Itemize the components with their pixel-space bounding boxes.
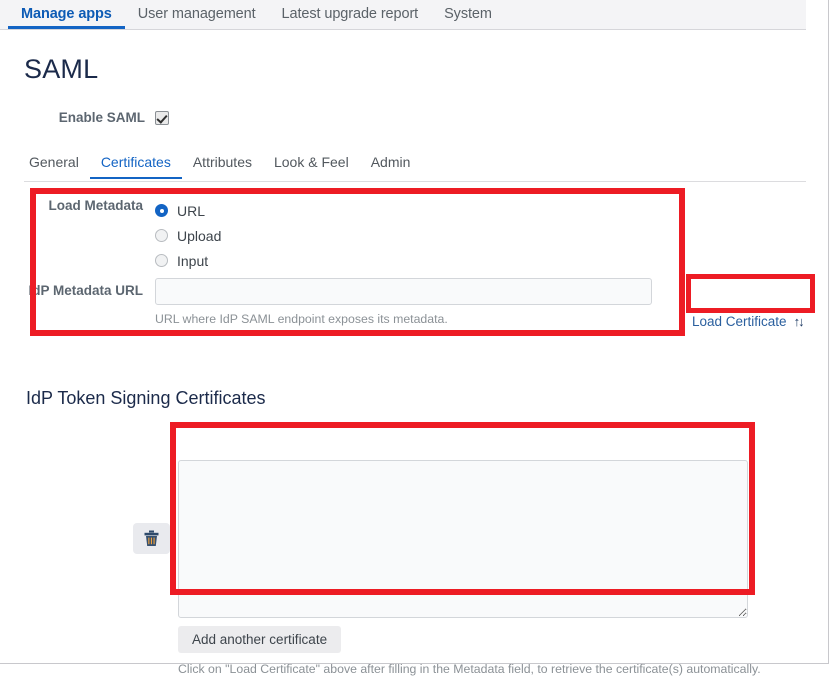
trash-icon — [144, 530, 159, 546]
certificates-hint: Click on "Load Certificate" above after … — [178, 662, 761, 676]
top-tab-manage-apps[interactable]: Manage apps — [8, 0, 125, 29]
top-tab-system[interactable]: System — [431, 0, 505, 29]
radio-label: URL — [177, 202, 206, 219]
tab-label: General — [29, 154, 79, 170]
tab-label: Attributes — [192, 154, 252, 170]
tab-admin[interactable]: Admin — [360, 154, 422, 177]
idp-metadata-url-row: IdP Metadata URL URL where IdP SAML endp… — [0, 278, 690, 326]
main-content: SAML Enable SAML General Certificates At… — [0, 30, 828, 676]
load-metadata-row: Load Metadata URL Upload Input — [0, 198, 690, 273]
radio-indicator — [155, 229, 168, 242]
tab-attributes[interactable]: Attributes — [182, 154, 263, 177]
certificates-section-heading: IdP Token Signing Certificates — [26, 388, 266, 408]
top-tab-label: System — [444, 6, 492, 22]
enable-saml-checkbox[interactable] — [155, 110, 169, 125]
radio-indicator — [155, 204, 168, 217]
tab-label: Admin — [370, 154, 411, 170]
top-tab-user-management[interactable]: User management — [125, 0, 269, 29]
tab-label: Certificates — [100, 154, 171, 170]
tab-general[interactable]: General — [24, 154, 90, 177]
radio-option-upload[interactable]: Upload — [155, 223, 221, 248]
load-metadata-radio-group: URL Upload Input — [155, 198, 221, 273]
radio-option-input[interactable]: Input — [155, 248, 221, 273]
certificate-textarea[interactable] — [178, 460, 748, 618]
up-down-arrows-icon: ↑↓ — [793, 314, 805, 329]
top-navigation-bar: Manage apps User management Latest upgra… — [0, 0, 806, 30]
top-tab-latest-upgrade-report[interactable]: Latest upgrade report — [269, 0, 432, 29]
top-tab-label: Manage apps — [21, 6, 112, 22]
load-metadata-label: Load Metadata — [48, 198, 143, 213]
radio-label: Input — [177, 252, 209, 269]
load-certificate-label: Load Certificate — [692, 314, 787, 329]
tab-look-and-feel[interactable]: Look & Feel — [263, 154, 360, 177]
add-another-certificate-button[interactable]: Add another certificate — [178, 626, 342, 653]
idp-metadata-url-label: IdP Metadata URL — [28, 283, 143, 298]
idp-metadata-url-input[interactable] — [155, 278, 652, 305]
delete-certificate-button[interactable] — [133, 523, 170, 554]
radio-indicator — [155, 254, 168, 267]
page-title: SAML — [24, 54, 99, 84]
enable-saml-row: Enable SAML — [0, 110, 828, 125]
app-window: Manage apps User management Latest upgra… — [0, 0, 829, 676]
saml-sub-tabs: General Certificates Attributes Look & F… — [24, 154, 806, 182]
tab-label: Look & Feel — [273, 154, 349, 170]
top-tab-label: User management — [137, 6, 256, 22]
enable-saml-label: Enable SAML — [58, 110, 145, 125]
radio-option-url[interactable]: URL — [155, 198, 221, 223]
top-tab-label: Latest upgrade report — [281, 6, 419, 22]
load-certificate-button[interactable]: Load Certificate ↑↓ — [692, 314, 805, 329]
idp-metadata-url-hint: URL where IdP SAML endpoint exposes its … — [155, 312, 448, 326]
radio-label: Upload — [177, 227, 222, 244]
tab-certificates[interactable]: Certificates — [89, 154, 182, 179]
